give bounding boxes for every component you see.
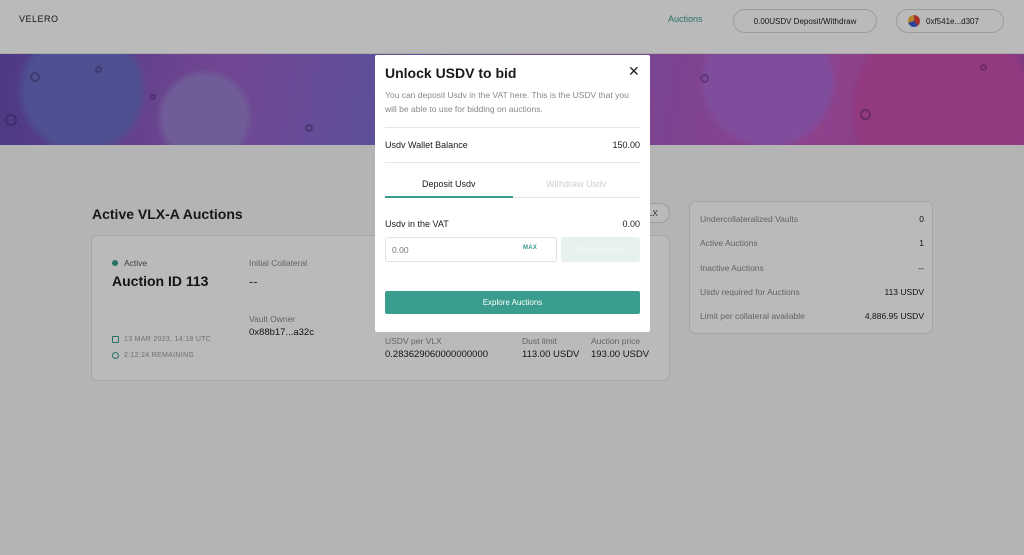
- tab-withdraw[interactable]: Withdraw Usdv: [512, 175, 640, 198]
- vat-balance-row: Usdv in the VAT 0.00: [385, 219, 640, 229]
- explore-auctions-button[interactable]: Explore Auctions: [385, 291, 640, 314]
- modal-description: You can deposit Usdv in the VAT here. Th…: [385, 90, 629, 114]
- max-button[interactable]: MAX: [523, 245, 537, 251]
- divider: [385, 127, 640, 128]
- modal-title: Unlock USDV to bid: [385, 65, 517, 81]
- unlock-usdv-modal: Unlock USDV to bid ✕ You can deposit Usd…: [375, 55, 650, 332]
- deposit-usdv-button[interactable]: Deposit Usdv: [561, 237, 640, 262]
- vat-value: 0.00: [622, 219, 640, 229]
- wallet-balance-label: Usdv Wallet Balance: [385, 140, 468, 150]
- divider: [385, 162, 640, 163]
- deposit-withdraw-tabs: Deposit Usdv Withdraw Usdv: [385, 175, 640, 198]
- close-icon[interactable]: ✕: [628, 63, 640, 80]
- tab-deposit[interactable]: Deposit Usdv: [385, 175, 513, 198]
- wallet-balance-value: 150.00: [612, 140, 640, 150]
- vat-label: Usdv in the VAT: [385, 219, 449, 229]
- wallet-balance-row: Usdv Wallet Balance 150.00: [385, 140, 640, 150]
